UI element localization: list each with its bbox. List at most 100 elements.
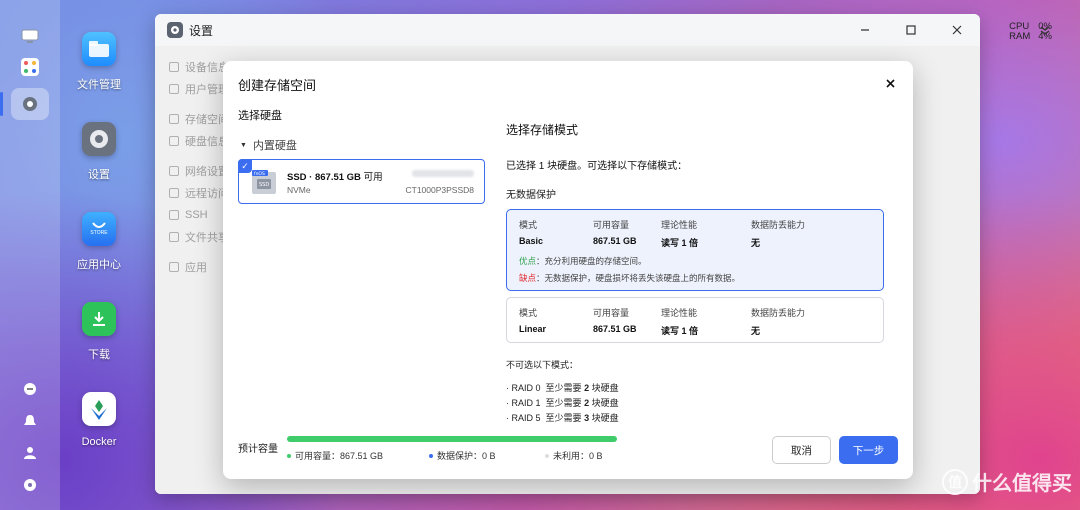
cancel-button[interactable]: 取消 xyxy=(772,436,831,464)
mode-capacity: 867.51 GB xyxy=(593,236,637,246)
raid-name: · RAID 1 xyxy=(506,398,541,408)
create-storage-dialog: 创建存储空间 选择硬盘 ▼ 内置硬盘 ✓ fnOS SSD SSD · 867.… xyxy=(223,61,913,479)
store-badge-text: STORE xyxy=(90,230,108,236)
disk-card[interactable]: ✓ fnOS SSD SSD · 867.51 GB 可用 NVMe CT100… xyxy=(238,159,485,204)
raid-unit: 块硬盘 xyxy=(591,413,619,423)
pros-key: 优点 xyxy=(519,256,537,266)
check-icon: ✓ xyxy=(238,159,252,173)
estimate-label: 预计容量 xyxy=(238,444,278,455)
unavailable-item: · RAID 1 至少需要 2 块硬盘 xyxy=(506,396,619,409)
mode-selection-pane: 选择存储模式 已选择 1 块硬盘。可选择以下存储模式： 无数据保护 模式 可用容… xyxy=(506,121,886,343)
disk-capacity: SSD · 867.51 GB xyxy=(287,172,361,183)
unavailable-item: · RAID 5 至少需要 3 块硬盘 xyxy=(506,411,619,424)
mode-protection: 无 xyxy=(751,238,761,248)
column-header: 数据防丢能力 xyxy=(751,308,806,318)
watermark-mark: 值 xyxy=(942,468,968,495)
desktop-icon-label: Docker xyxy=(81,436,117,448)
raid-name: · RAID 0 xyxy=(506,383,541,393)
mode-pros: 优点：充分利用硬盘的存储空间。 xyxy=(519,255,647,267)
svg-text:SSD: SSD xyxy=(259,182,269,188)
store-icon: STORE xyxy=(82,212,116,246)
window-controls xyxy=(842,14,980,46)
desktop-icon-label: 下载 xyxy=(88,349,110,361)
legend-available: 可用容量：867.51 GB xyxy=(287,449,383,462)
mode-card-linear[interactable]: 模式 可用容量 理论性能 数据防丢能力 Linear 867.51 GB 读写 … xyxy=(506,297,884,343)
unavailable-title: 不可选以下模式： xyxy=(506,360,579,370)
chevron-down-icon[interactable] xyxy=(1040,26,1050,39)
monitor-icon[interactable] xyxy=(19,26,41,48)
download-icon xyxy=(82,302,116,336)
selected-info: 已选择 1 块硬盘。可选择以下存储模式： xyxy=(506,161,688,172)
column-header: 可用容量 xyxy=(593,308,630,318)
apps-grid-icon[interactable] xyxy=(19,56,41,78)
disk-serial-redacted xyxy=(412,170,474,177)
cons-key: 缺点 xyxy=(519,273,537,283)
raid-name: · RAID 5 xyxy=(506,413,541,423)
legend-dot xyxy=(287,453,291,458)
bell-icon[interactable] xyxy=(19,410,41,432)
cons-text: ：无数据保护，硬盘损坏将丢失该硬盘上的所有数据。 xyxy=(536,273,741,283)
mode-capacity: 867.51 GB xyxy=(593,324,637,334)
watermark-logo: 值 什么值得买 xyxy=(942,467,1072,496)
close-icon[interactable] xyxy=(886,76,895,91)
desktop-download[interactable]: 下载 xyxy=(64,302,134,362)
desktop-file-manager[interactable]: 文件管理 xyxy=(64,32,134,92)
remote-icon[interactable] xyxy=(19,378,41,400)
ram-label: RAM xyxy=(1009,31,1031,42)
disk-name: SSD · 867.51 GB 可用 xyxy=(287,169,383,183)
raid-unit: 块硬盘 xyxy=(591,398,619,408)
legend-protection: 数据保护：0 B xyxy=(429,449,496,462)
mode-name: Linear xyxy=(519,324,547,334)
disk-group-label: 内置硬盘 xyxy=(252,140,297,152)
mode-performance: 读写 1 倍 xyxy=(661,326,699,336)
gear-icon xyxy=(82,122,116,156)
dock-settings-button[interactable] xyxy=(0,88,49,120)
column-header: 可用容量 xyxy=(593,220,630,230)
raid-unit: 块硬盘 xyxy=(591,383,619,393)
legend-label: 可用容量：867.51 GB xyxy=(295,451,384,461)
raid-req: 至少需要 xyxy=(545,413,582,423)
desktop-app-center[interactable]: STORE 应用中心 xyxy=(64,212,134,272)
gear-icon xyxy=(167,22,183,38)
column-header: 数据防丢能力 xyxy=(751,220,806,230)
desktop-settings[interactable]: 设置 xyxy=(64,122,134,182)
column-header: 模式 xyxy=(519,220,538,230)
disk-group-toggle[interactable]: ▼ 内置硬盘 xyxy=(240,137,486,153)
legend-unused: 未利用：0 B xyxy=(545,449,603,462)
legend-label: 数据保护：0 B xyxy=(437,451,496,461)
gear-icon xyxy=(23,97,37,111)
raid-req: 至少需要 xyxy=(545,398,582,408)
mode-name: Basic xyxy=(519,236,544,246)
select-disk-title: 选择硬盘 xyxy=(238,110,282,122)
disk-model: CT1000P3PSSD8 xyxy=(405,185,474,195)
maximize-button[interactable] xyxy=(888,14,934,46)
minimize-button[interactable] xyxy=(842,14,888,46)
mode-protection: 无 xyxy=(751,326,761,336)
settings-icon[interactable] xyxy=(19,474,41,496)
mode-cons: 缺点：无数据保护，硬盘损坏将丢失该硬盘上的所有数据。 xyxy=(519,272,740,284)
disk-available-label: 可用 xyxy=(363,172,383,183)
mode-title: 选择存储模式 xyxy=(506,123,579,137)
unavailable-item: · RAID 0 至少需要 2 块硬盘 xyxy=(506,381,619,394)
no-protection-label: 无数据保护 xyxy=(506,190,556,201)
disk-type: NVMe xyxy=(287,185,311,195)
desktop-docker[interactable]: Docker xyxy=(64,392,134,448)
legend-dot xyxy=(545,453,549,458)
column-header: 理论性能 xyxy=(661,220,698,230)
dock xyxy=(0,0,60,510)
column-header: 模式 xyxy=(519,308,538,318)
raid-count: 2 xyxy=(584,383,590,393)
mode-card-basic[interactable]: 模式 可用容量 理论性能 数据防丢能力 Basic 867.51 GB 读写 1… xyxy=(506,209,884,291)
docker-icon xyxy=(82,392,116,426)
column-header: 理论性能 xyxy=(661,308,698,318)
next-button[interactable]: 下一步 xyxy=(839,436,898,464)
close-button[interactable] xyxy=(934,14,980,46)
user-icon[interactable] xyxy=(19,442,41,464)
mode-performance: 读写 1 倍 xyxy=(661,238,699,248)
desktop-icon-label: 设置 xyxy=(88,169,110,181)
ssd-badge-text: fnOS xyxy=(254,171,265,177)
folder-icon xyxy=(82,32,116,66)
disk-selection-pane: 选择硬盘 ▼ 内置硬盘 ✓ fnOS SSD SSD · 867.51 GB 可… xyxy=(238,107,486,204)
window-title: 设置 xyxy=(189,23,214,38)
legend-label: 未利用：0 B xyxy=(553,451,603,461)
